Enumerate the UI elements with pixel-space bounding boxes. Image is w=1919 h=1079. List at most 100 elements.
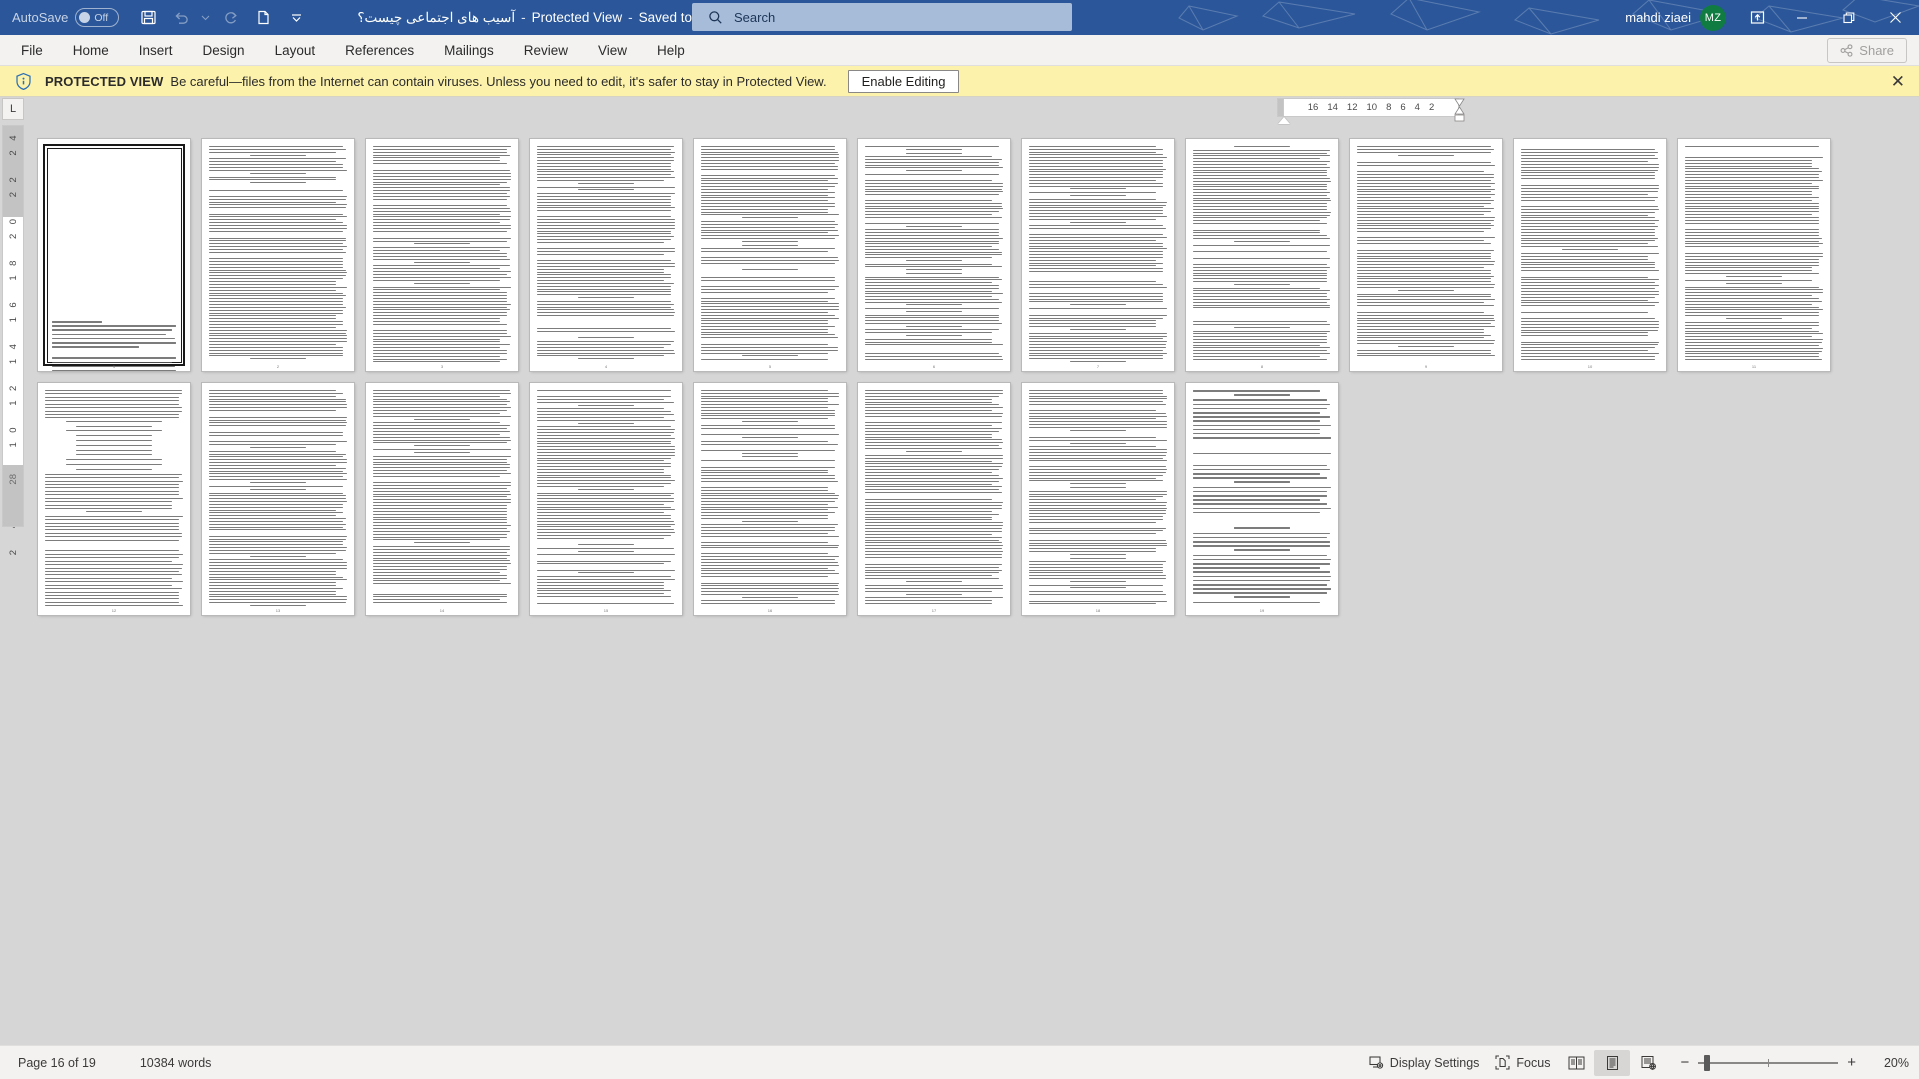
save-button[interactable] — [133, 4, 163, 32]
tab-layout[interactable]: Layout — [260, 35, 331, 66]
restore-icon — [1842, 11, 1854, 23]
tab-design[interactable]: Design — [188, 35, 260, 66]
tab-review[interactable]: Review — [509, 35, 583, 66]
page-thumbnail[interactable]: 5 — [694, 139, 846, 371]
close-button[interactable] — [1872, 0, 1919, 35]
text-line — [45, 570, 179, 572]
page-thumbnail[interactable]: 13 — [202, 383, 354, 615]
page-thumbnail[interactable]: 7 — [1022, 139, 1174, 371]
word-count[interactable]: 10384 words — [132, 1052, 220, 1074]
display-settings-button[interactable]: Display Settings — [1361, 1051, 1488, 1074]
tab-insert[interactable]: Insert — [124, 35, 188, 66]
page-thumbnail[interactable]: 4 — [530, 139, 682, 371]
ruler-tick: 2 — [1428, 102, 1435, 113]
page-thumbnail[interactable]: 15 — [530, 383, 682, 615]
zoom-slider[interactable] — [1698, 1054, 1839, 1071]
page-thumbnail[interactable]: 16 — [694, 383, 846, 615]
text-line — [45, 473, 182, 475]
undo-dropdown[interactable] — [199, 4, 212, 32]
status-bar: Page 16 of 19 10384 words Display Settin… — [0, 1045, 1919, 1079]
print-layout-view-button[interactable] — [1594, 1049, 1631, 1076]
page-thumbnail[interactable]: 11 — [1678, 139, 1830, 371]
page-thumbnail[interactable]: 3 — [366, 139, 518, 371]
page-number: 15 — [603, 608, 609, 613]
redo-button[interactable] — [215, 4, 245, 32]
page-thumbnail[interactable]: 6 — [858, 139, 1010, 371]
page-thumbnail[interactable]: 12 — [38, 383, 190, 615]
avatar[interactable]: MZ — [1700, 4, 1726, 31]
document-workspace[interactable]: 2 4 6 8 10 12 14 16 18 20 22 24 28 12345… — [0, 125, 1919, 1045]
text-line — [45, 515, 183, 517]
heading-line — [1234, 527, 1290, 530]
read-mode-view-button[interactable] — [1558, 1050, 1594, 1076]
first-line-indent-marker[interactable] — [1278, 117, 1290, 124]
tab-selector-button[interactable]: L — [2, 98, 24, 120]
restore-button[interactable] — [1825, 0, 1872, 35]
page-number: 14 — [439, 608, 445, 613]
hanging-indent-marker[interactable] — [1454, 98, 1465, 122]
account-control[interactable]: mahdi ziaei MZ — [1625, 4, 1726, 31]
zoom-out-button[interactable]: − — [1680, 1055, 1689, 1070]
page-indicator[interactable]: Page 16 of 19 — [10, 1052, 104, 1074]
minimize-button[interactable] — [1778, 0, 1825, 35]
search-box[interactable]: Search — [692, 3, 1072, 31]
page-thumbnail[interactable]: 10 — [1514, 139, 1666, 371]
autosave-toggle[interactable]: Off — [75, 8, 120, 27]
page-thumbnail[interactable]: 9 — [1350, 139, 1502, 371]
text-line — [45, 413, 179, 415]
undo-button[interactable] — [166, 4, 196, 32]
list-item-line — [65, 459, 163, 461]
share-button[interactable]: Share — [1827, 38, 1907, 63]
web-layout-view-button[interactable] — [1630, 1050, 1666, 1076]
horizontal-ruler[interactable]: 16 14 12 10 8 6 4 2 — [1278, 98, 1465, 124]
page-thumbnail[interactable]: 19 — [1186, 383, 1338, 615]
page-thumbnail[interactable]: 18 — [1022, 383, 1174, 615]
page-thumbnail[interactable]: 1 — [38, 139, 190, 371]
search-input[interactable]: Search — [734, 10, 775, 25]
customize-qat-button[interactable] — [281, 4, 311, 32]
page-number: 12 — [111, 608, 117, 613]
focus-button[interactable]: Focus — [1487, 1051, 1558, 1074]
page-thumbnail[interactable]: 14 — [366, 383, 518, 615]
page-content — [537, 390, 675, 606]
ribbon-display-options-button[interactable] — [1736, 0, 1778, 35]
page-thumbnail[interactable]: 17 — [858, 383, 1010, 615]
tab-view[interactable]: View — [583, 35, 642, 66]
text-line — [1193, 536, 1327, 539]
zoom-in-button[interactable]: + — [1847, 1055, 1856, 1070]
new-document-button[interactable] — [248, 4, 278, 32]
tab-mailings[interactable]: Mailings — [429, 35, 509, 66]
enable-editing-button[interactable]: Enable Editing — [847, 69, 960, 93]
tab-home[interactable]: Home — [58, 35, 124, 66]
zoom-percent[interactable]: 20% — [1875, 1056, 1909, 1070]
close-icon — [1890, 12, 1901, 23]
page-thumbnail[interactable]: 2 — [202, 139, 354, 371]
autosave-control[interactable]: AutoSave Off — [12, 8, 120, 27]
zoom-slider-thumb[interactable] — [1704, 1054, 1711, 1071]
page-thumbnail[interactable]: 8 — [1186, 139, 1338, 371]
vertical-ruler[interactable]: 2 4 6 8 10 12 14 16 18 20 22 24 28 — [2, 125, 24, 1045]
tab-references[interactable]: References — [330, 35, 429, 66]
zoom-control[interactable]: − + 20% — [1680, 1054, 1909, 1071]
text-line — [1193, 562, 1330, 565]
status-bar-left: Page 16 of 19 10384 words — [10, 1052, 219, 1074]
tab-file[interactable]: File — [6, 35, 58, 66]
close-banner-button[interactable]: ✕ — [1891, 73, 1905, 90]
tab-help[interactable]: Help — [642, 35, 700, 66]
page-number: 19 — [1259, 608, 1265, 613]
text-line — [45, 484, 179, 485]
